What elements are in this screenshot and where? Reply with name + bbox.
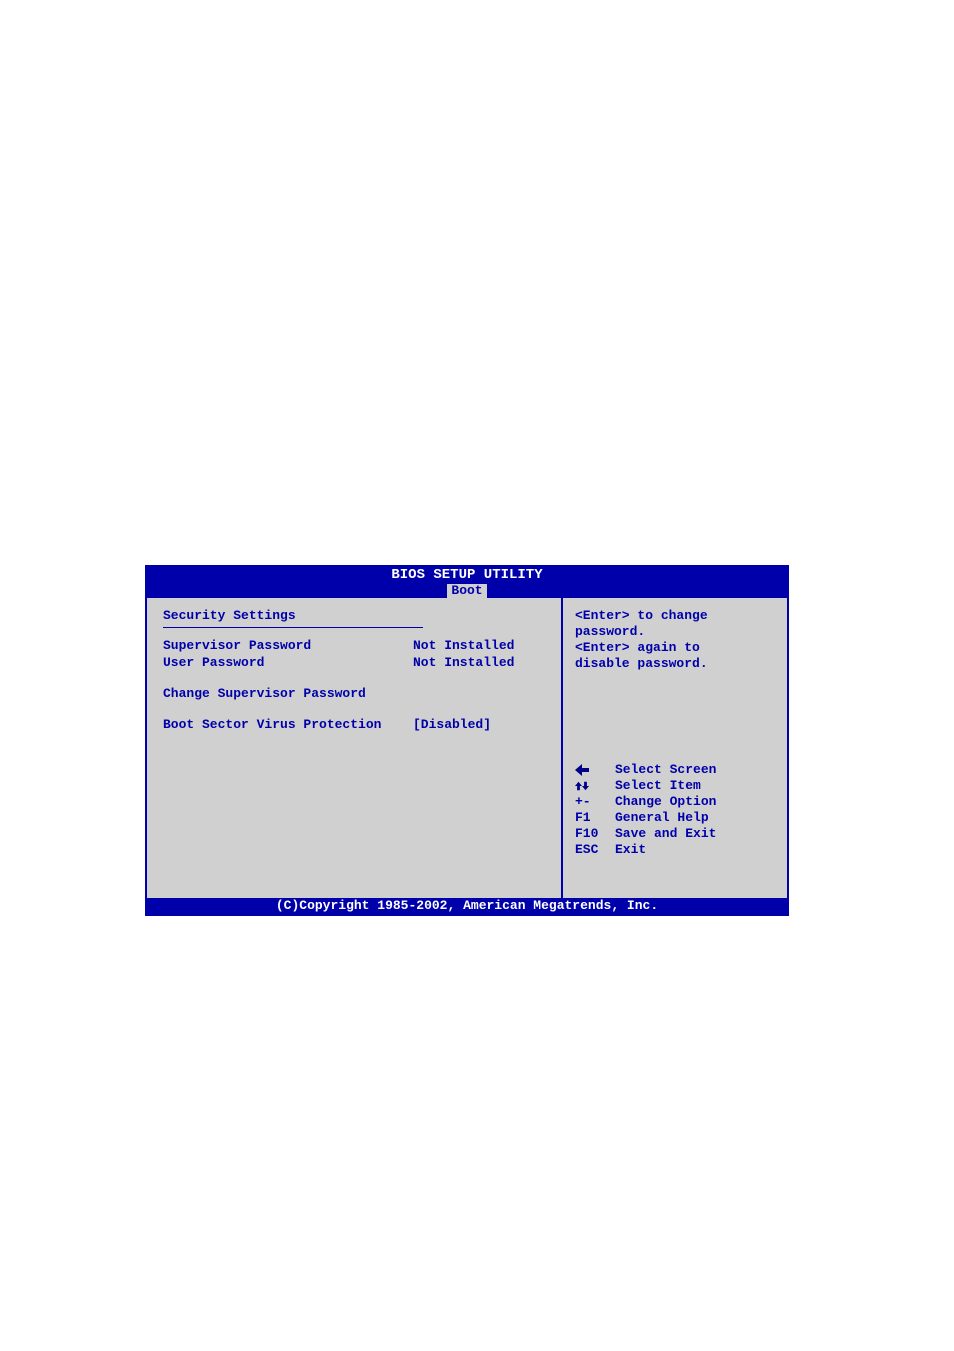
nav-row-exit: ESC Exit	[575, 842, 775, 858]
arrow-left-icon	[575, 762, 615, 778]
help-line-3: disable password.	[575, 656, 775, 672]
nav-key-f1: F1	[575, 810, 615, 826]
nav-key-f10: F10	[575, 826, 615, 842]
status-row-supervisor: Supervisor Password Not Installed	[163, 638, 545, 653]
nav-row-change-option: +- Change Option	[575, 794, 775, 810]
user-password-value: Not Installed	[413, 655, 514, 670]
nav-row-select-screen: Select Screen	[575, 762, 775, 778]
tab-row: Boot	[147, 583, 787, 598]
nav-block: Select Screen Select Item +- Change Opti…	[575, 762, 775, 858]
supervisor-password-value: Not Installed	[413, 638, 514, 653]
help-line-1: password.	[575, 624, 775, 640]
bios-setup-window: BIOS SETUP UTILITY Boot Security Setting…	[145, 565, 789, 916]
title-bar: BIOS SETUP UTILITY	[147, 567, 787, 583]
nav-desc-general-help: General Help	[615, 810, 709, 826]
nav-row-select-item: Select Item	[575, 778, 775, 794]
main-panel: Security Settings Supervisor Password No…	[147, 598, 563, 898]
boot-sector-virus-protection-label: Boot Sector Virus Protection	[163, 717, 413, 732]
help-text: <Enter> to change password. <Enter> agai…	[575, 608, 775, 672]
body-area: Security Settings Supervisor Password No…	[147, 598, 787, 898]
arrows-updown-icon	[575, 778, 615, 794]
nav-row-save-exit: F10 Save and Exit	[575, 826, 775, 842]
nav-desc-save-exit: Save and Exit	[615, 826, 716, 842]
user-password-label: User Password	[163, 655, 413, 670]
supervisor-password-label: Supervisor Password	[163, 638, 413, 653]
option-row-boot-sector[interactable]: Boot Sector Virus Protection [Disabled]	[163, 717, 545, 732]
section-heading: Security Settings	[163, 608, 545, 623]
tab-boot[interactable]: Boot	[447, 584, 486, 598]
nav-key-esc: ESC	[575, 842, 615, 858]
help-line-0: <Enter> to change	[575, 608, 775, 624]
heading-underline	[163, 627, 423, 628]
nav-desc-select-screen: Select Screen	[615, 762, 716, 778]
help-line-2: <Enter> again to	[575, 640, 775, 656]
nav-desc-change-option: Change Option	[615, 794, 716, 810]
status-row-user: User Password Not Installed	[163, 655, 545, 670]
action-row-change-supervisor[interactable]: Change Supervisor Password	[163, 686, 545, 701]
nav-desc-exit: Exit	[615, 842, 646, 858]
change-supervisor-password-label: Change Supervisor Password	[163, 686, 413, 701]
footer-bar: (C)Copyright 1985-2002, American Megatre…	[147, 898, 787, 914]
help-panel: <Enter> to change password. <Enter> agai…	[563, 598, 787, 898]
nav-key-plusminus: +-	[575, 794, 615, 810]
boot-sector-virus-protection-value: [Disabled]	[413, 717, 491, 732]
nav-row-general-help: F1 General Help	[575, 810, 775, 826]
nav-desc-select-item: Select Item	[615, 778, 701, 794]
